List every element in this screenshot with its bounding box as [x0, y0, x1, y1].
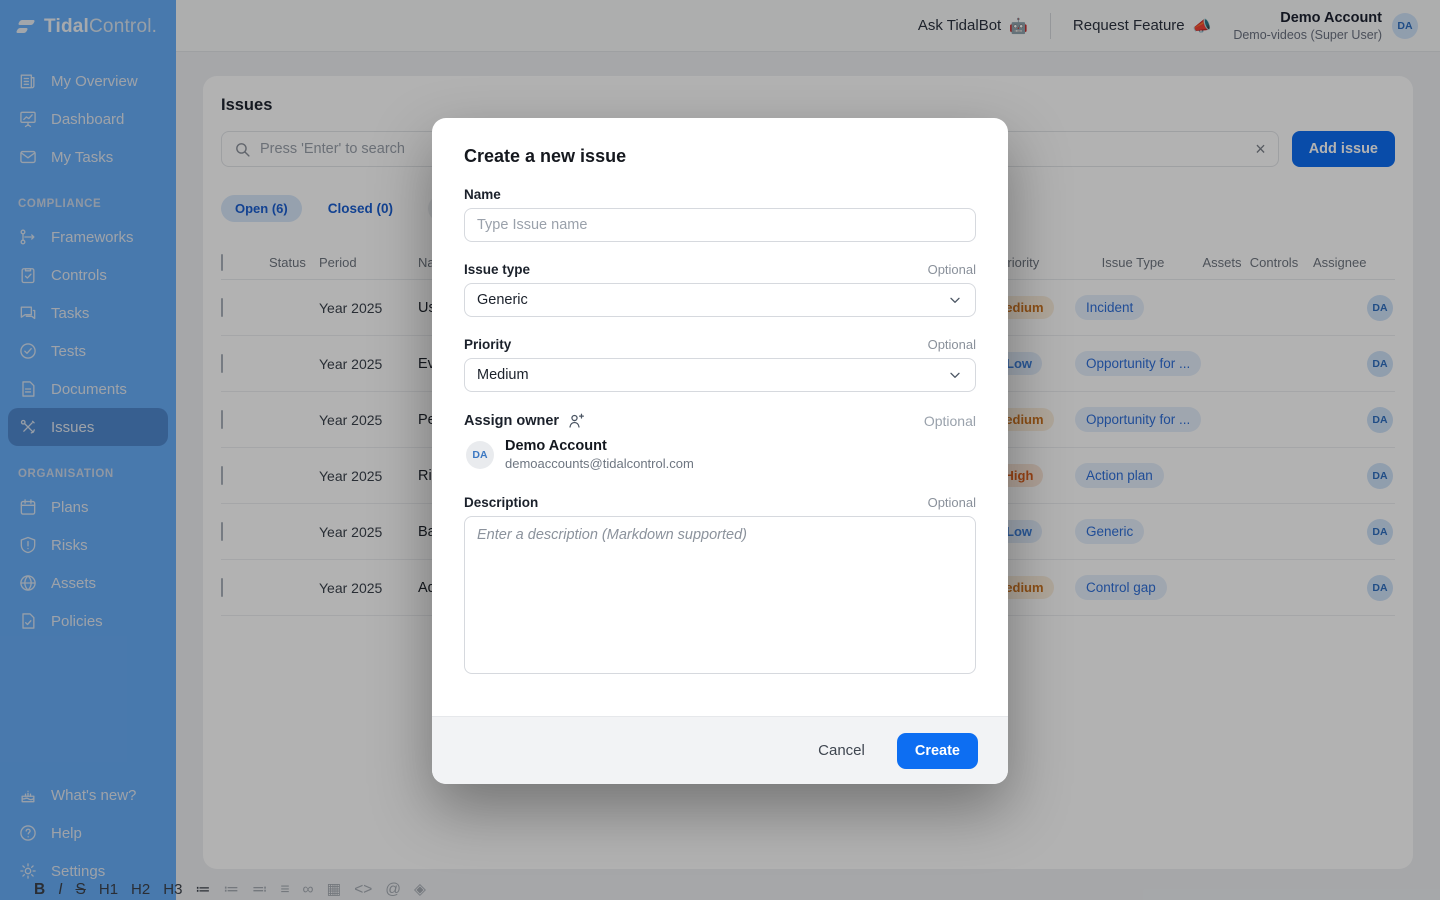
owner-name: Demo Account — [505, 438, 694, 454]
modal-body: Create a new issue Name Issue type Optio… — [432, 118, 1008, 716]
name-field: Name — [464, 187, 976, 242]
chevron-down-icon — [947, 367, 963, 383]
modal-title: Create a new issue — [464, 146, 976, 167]
modal-footer: Cancel Create — [432, 716, 1008, 784]
optional-badge: Optional — [928, 262, 976, 277]
person-add-icon[interactable] — [567, 412, 585, 430]
optional-badge: Optional — [928, 337, 976, 352]
priority-value: Medium — [477, 367, 529, 383]
description-textarea[interactable] — [464, 516, 976, 674]
owner-avatar: DA — [466, 441, 494, 469]
chevron-down-icon — [947, 292, 963, 308]
description-label: Description — [464, 495, 538, 510]
app-root: TidalControl. My Overview Dashboard My T… — [0, 0, 1440, 900]
cancel-button[interactable]: Cancel — [812, 741, 871, 760]
description-field: Description Optional — [464, 495, 976, 679]
issue-type-label: Issue type — [464, 262, 530, 277]
priority-field: Priority Optional Medium — [464, 337, 976, 392]
create-button[interactable]: Create — [897, 733, 978, 769]
name-label: Name — [464, 187, 501, 202]
issue-type-value: Generic — [477, 292, 528, 308]
issue-type-select[interactable]: Generic — [464, 283, 976, 317]
assign-owner-label: Assign owner — [464, 412, 585, 430]
optional-badge: Optional — [924, 413, 976, 429]
assign-owner-text: Assign owner — [464, 413, 559, 429]
create-issue-modal: Create a new issue Name Issue type Optio… — [432, 118, 1008, 784]
priority-label: Priority — [464, 337, 511, 352]
owner-email: demoaccounts@tidalcontrol.com — [505, 456, 694, 471]
issue-name-input[interactable] — [464, 208, 976, 242]
issue-type-field: Issue type Optional Generic — [464, 262, 976, 317]
owner-row[interactable]: DA Demo Account demoaccounts@tidalcontro… — [464, 438, 976, 471]
priority-select[interactable]: Medium — [464, 358, 976, 392]
assign-owner-field: Assign owner Optional DA Demo Account de… — [464, 412, 976, 471]
optional-badge: Optional — [928, 495, 976, 510]
